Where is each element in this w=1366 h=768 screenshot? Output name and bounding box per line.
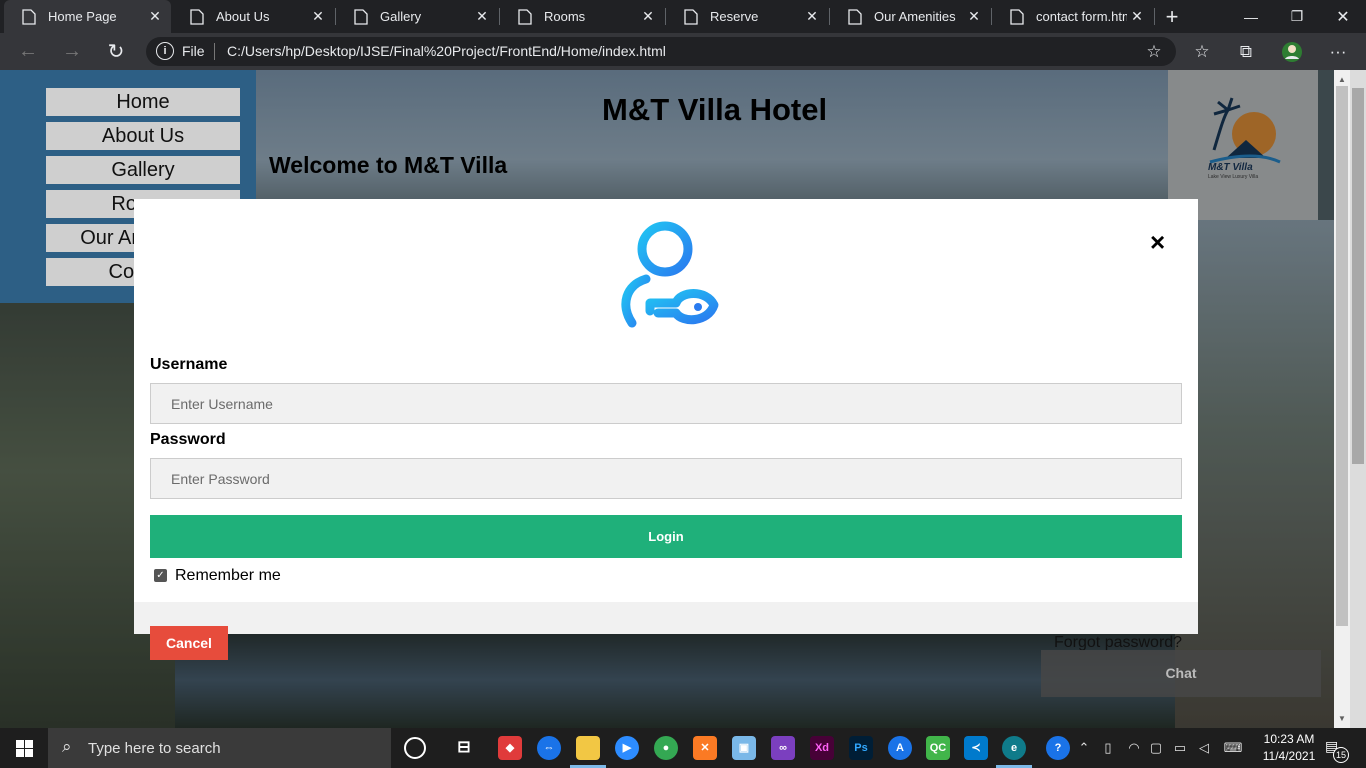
tab-label: Reserve [710, 9, 759, 24]
close-tab-icon[interactable]: ✕ [802, 8, 822, 25]
cancel-button[interactable]: Cancel [150, 626, 228, 660]
windows-taskbar: ⌕ Type here to search ⊟ ◆ ⇔ ▶ ● ✕ ▣ ∞ Xd… [0, 728, 1366, 768]
address-bar[interactable]: i File C:/Users/hp/Desktop/IJSE/Final%20… [146, 37, 1176, 66]
zoom-icon[interactable]: ▶ [615, 736, 639, 760]
close-tab-icon[interactable]: ✕ [472, 8, 492, 25]
remember-me-label[interactable]: Remember me [175, 567, 281, 585]
tab-contact-form[interactable]: contact form.html ✕ [992, 0, 1153, 33]
wifi-icon[interactable]: ◠ [1124, 728, 1144, 768]
edge-icon[interactable]: e [1002, 736, 1026, 760]
page-icon [22, 8, 38, 25]
remember-me-checkbox[interactable]: ✓ [154, 569, 167, 582]
tab-rooms[interactable]: Rooms ✕ [500, 0, 664, 33]
anydesk-icon[interactable]: ◆ [498, 736, 522, 760]
scroll-up-arrow-icon[interactable]: ▲ [1334, 72, 1350, 88]
chat-button[interactable]: Chat [1041, 650, 1321, 697]
modal-footer [134, 602, 1198, 634]
close-tab-icon[interactable]: ✕ [638, 8, 658, 25]
apidog-icon[interactable]: A [888, 736, 912, 760]
vscode-icon[interactable]: ≺ [964, 736, 988, 760]
virtualbox-icon[interactable]: ▣ [732, 736, 756, 760]
login-button[interactable]: Login [150, 515, 1182, 558]
page-scrollbar-thumb[interactable] [1336, 86, 1348, 626]
page-icon [684, 8, 700, 25]
close-tab-icon[interactable]: ✕ [308, 8, 328, 25]
tab-label: About Us [216, 9, 270, 24]
password-input[interactable] [150, 458, 1182, 499]
clock-date: 11/4/2021 [1262, 749, 1316, 763]
tab-label: Home Page [48, 9, 117, 24]
photoshop-icon[interactable]: Ps [849, 736, 873, 760]
page-icon [848, 8, 864, 25]
nav-item-home[interactable]: Home [46, 88, 240, 116]
profile-avatar[interactable] [1272, 33, 1312, 70]
minimize-button[interactable]: — [1228, 0, 1274, 33]
windows-start-icon[interactable] [0, 728, 48, 768]
browser-tab-bar: Home Page ✕ About Us ✕ Gallery ✕ Rooms ✕… [0, 0, 1366, 33]
close-tab-icon[interactable]: ✕ [1127, 8, 1147, 25]
tab-about-us[interactable]: About Us ✕ [172, 0, 334, 33]
tab-label: Gallery [380, 9, 422, 24]
taskbar-clock[interactable]: 10:23 AM 11/4/2021 [1256, 731, 1322, 765]
page-icon [1010, 8, 1026, 25]
tray-device-icon[interactable]: ▯ [1098, 728, 1118, 768]
volume-icon[interactable]: ◁ [1194, 728, 1214, 768]
back-button[interactable]: ← [8, 33, 48, 70]
task-view-icon[interactable]: ⊟ [452, 736, 476, 760]
search-placeholder: Type here to search [88, 740, 221, 757]
tab-label: contact form.html [1036, 9, 1127, 24]
password-label: Password [150, 431, 226, 448]
keyboard-icon[interactable]: ⌨ [1220, 728, 1246, 768]
close-window-button[interactable]: ✕ [1320, 0, 1366, 33]
url-scheme-label: File [182, 43, 205, 59]
window-scrollbar-thumb[interactable] [1352, 88, 1364, 464]
nav-item-about-us[interactable]: About Us [46, 122, 240, 150]
add-favorite-icon[interactable]: ☆ [1134, 33, 1174, 70]
tab-label: Rooms [544, 9, 586, 24]
visual-studio-icon[interactable]: ∞ [771, 736, 795, 760]
new-tab-button[interactable]: + [1149, 0, 1195, 33]
file-explorer-icon[interactable] [576, 736, 600, 760]
xampp-icon[interactable]: ✕ [693, 736, 717, 760]
tab-our-amenities[interactable]: Our Amenities ✕ [830, 0, 990, 33]
url-separator [214, 43, 215, 60]
page-icon [190, 8, 206, 25]
username-label: Username [150, 356, 228, 373]
nav-item-gallery[interactable]: Gallery [46, 156, 240, 184]
teamviewer-icon[interactable]: ⇔ [537, 736, 561, 760]
search-icon: ⌕ [62, 737, 72, 756]
forward-button[interactable]: → [52, 33, 92, 70]
url-text[interactable]: C:/Users/hp/Desktop/IJSE/Final%20Project… [227, 43, 666, 59]
clock-time: 10:23 AM [1263, 732, 1315, 746]
qc-icon[interactable]: QC [926, 736, 950, 760]
adobe-xd-icon[interactable]: Xd [810, 736, 834, 760]
address-toolbar: ← → ↻ i File C:/Users/hp/Desktop/IJSE/Fi… [0, 33, 1366, 70]
scroll-down-arrow-icon[interactable]: ▼ [1334, 711, 1350, 727]
chrome-icon[interactable]: ● [654, 736, 678, 760]
close-tab-icon[interactable]: ✕ [964, 8, 984, 25]
reload-button[interactable]: ↻ [96, 33, 136, 70]
close-modal-icon[interactable]: × [1150, 229, 1165, 255]
tab-label: Our Amenities [874, 9, 956, 24]
user-key-avatar-icon [621, 221, 719, 328]
tab-reserve[interactable]: Reserve ✕ [666, 0, 828, 33]
close-tab-icon[interactable]: ✕ [145, 8, 165, 25]
page-icon [354, 8, 370, 25]
settings-menu-icon[interactable]: ··· [1318, 33, 1358, 70]
notification-count-badge: 15 [1333, 747, 1349, 763]
cortana-icon[interactable] [404, 737, 426, 759]
help-icon[interactable]: ? [1046, 736, 1070, 760]
battery-icon[interactable]: ▭ [1170, 728, 1190, 768]
favorites-icon[interactable]: ☆ [1182, 33, 1222, 70]
collections-icon[interactable]: ⧉ [1226, 33, 1266, 70]
tab-home-page[interactable]: Home Page ✕ [4, 0, 171, 33]
tray-chevron-up-icon[interactable]: ⌃ [1074, 728, 1094, 768]
username-input[interactable] [150, 383, 1182, 424]
taskbar-search-box[interactable]: ⌕ Type here to search [48, 728, 391, 768]
info-icon[interactable]: i [156, 42, 174, 60]
page-icon [518, 8, 534, 25]
maximize-button[interactable]: ❐ [1274, 0, 1320, 33]
tab-gallery[interactable]: Gallery ✕ [336, 0, 498, 33]
tray-app-icon[interactable]: ▢ [1146, 728, 1166, 768]
